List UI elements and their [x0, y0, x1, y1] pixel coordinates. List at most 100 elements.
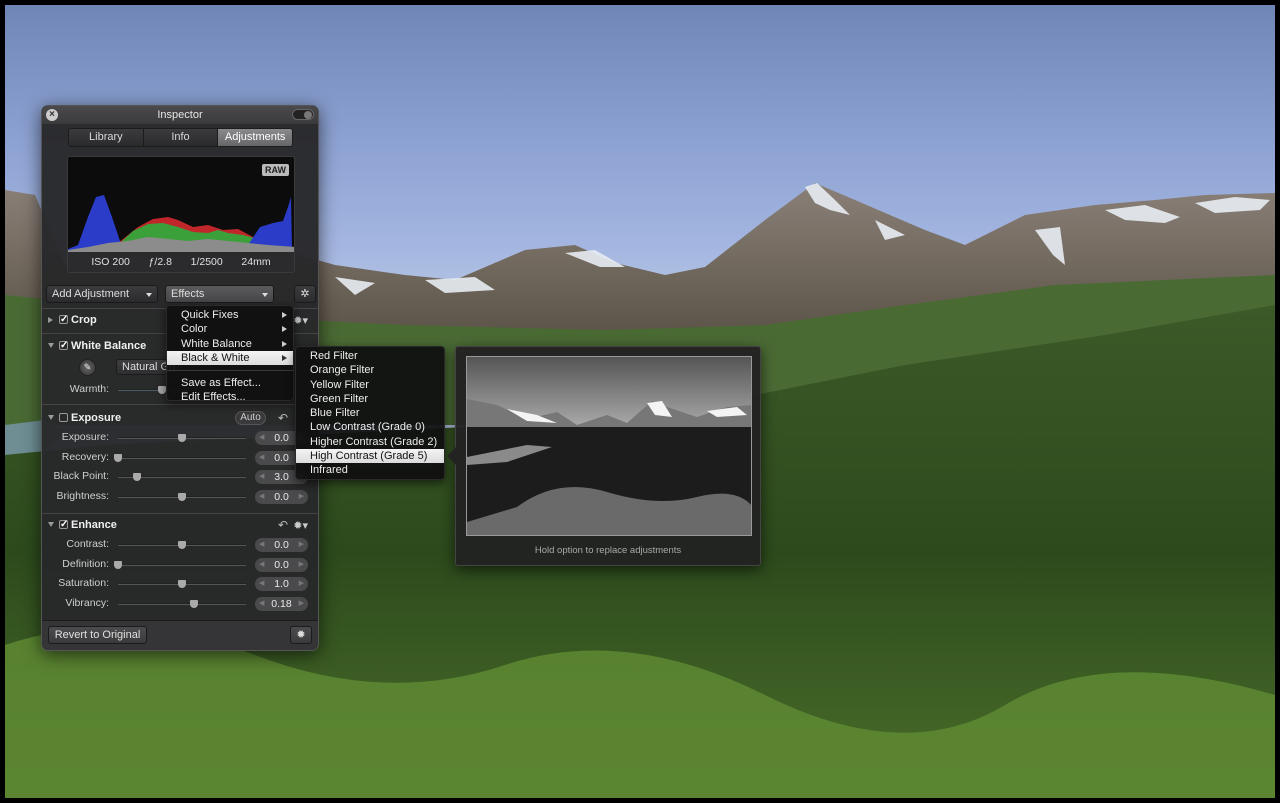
bw-menu-item[interactable]: Higher Contrast (Grade 2): [296, 435, 444, 449]
decrement-arrow-icon[interactable]: ◀: [259, 451, 264, 465]
disclosure-triangle-icon[interactable]: [48, 522, 54, 527]
enhance-row: Vibrancy: ◀ 0.18 ▶: [42, 594, 318, 614]
value-text: 0.0: [274, 490, 289, 503]
tab-adjustments[interactable]: Adjustments: [218, 129, 292, 146]
slider[interactable]: [118, 599, 246, 608]
increment-arrow-icon[interactable]: ▶: [299, 538, 304, 552]
value-stepper[interactable]: ◀ 0.18 ▶: [255, 596, 308, 611]
revert-to-original-button[interactable]: Revert to Original: [48, 626, 147, 644]
decrement-arrow-icon[interactable]: ◀: [259, 538, 264, 552]
slider[interactable]: [118, 580, 246, 589]
effects-popup[interactable]: Effects: [165, 285, 274, 303]
magic-wand-icon: ✲: [300, 288, 310, 300]
bw-menu-item[interactable]: Orange Filter: [296, 363, 444, 377]
decrement-arrow-icon[interactable]: ◀: [259, 470, 264, 484]
bw-menu-item[interactable]: Blue Filter: [296, 406, 444, 420]
reset-arrow-icon[interactable]: ↶: [278, 518, 288, 532]
eyedropper-icon[interactable]: ✎: [79, 359, 96, 376]
value-text: 0.0: [274, 558, 289, 571]
menu-item-quick-fixes[interactable]: Quick Fixes: [167, 308, 293, 322]
crop-checkbox[interactable]: ✓: [59, 315, 68, 325]
enhance-checkbox[interactable]: ✓: [59, 520, 68, 530]
bw-menu-item[interactable]: Infrared: [296, 463, 444, 477]
value-text: 0.0: [274, 539, 289, 551]
menu-item-color[interactable]: Color: [167, 322, 293, 336]
row-label: Contrast:: [66, 538, 109, 550]
chevron-down-icon: [146, 293, 152, 297]
slider-thumb[interactable]: [133, 473, 142, 482]
decrement-arrow-icon[interactable]: ◀: [259, 490, 264, 504]
value-stepper[interactable]: ◀ 0.0 ▶: [255, 557, 308, 572]
slider[interactable]: [118, 541, 246, 549]
gear-icon[interactable]: ✹: [290, 626, 312, 644]
value-text: 1.0: [274, 578, 289, 591]
reset-arrow-icon[interactable]: ↶: [278, 411, 288, 425]
enhance-row: Saturation: ◀ 1.0 ▶: [42, 574, 318, 594]
add-adjustment-label: Add Adjustment: [52, 288, 130, 300]
row-label: Vibrancy:: [65, 596, 109, 609]
slider-thumb[interactable]: [178, 492, 186, 501]
bw-menu-item[interactable]: Yellow Filter: [296, 378, 444, 392]
exposure-row: Exposure:◀0.0▶: [42, 428, 318, 448]
slider-thumb[interactable]: [178, 434, 186, 442]
gear-icon[interactable]: ✹▾: [293, 314, 308, 327]
slider[interactable]: [114, 560, 246, 569]
inspector-footer: Revert to Original ✹: [42, 620, 318, 650]
row-label: Brightness:: [56, 489, 109, 502]
exposure-title: Exposure: [71, 412, 122, 424]
effects-label: Effects: [171, 288, 205, 300]
decrement-arrow-icon[interactable]: ◀: [259, 597, 264, 611]
slider-thumb[interactable]: [114, 453, 122, 462]
slider-thumb[interactable]: [178, 541, 186, 549]
value-stepper[interactable]: ◀ 0.0 ▶: [255, 538, 308, 552]
exposure-auto-button[interactable]: Auto: [235, 411, 266, 425]
slider[interactable]: [118, 492, 246, 501]
close-icon[interactable]: ×: [46, 109, 58, 121]
decrement-arrow-icon[interactable]: ◀: [259, 558, 264, 572]
inspector-title: Inspector: [157, 109, 203, 121]
add-adjustment-popup[interactable]: Add Adjustment: [46, 285, 158, 303]
bw-menu-item[interactable]: Red Filter: [296, 349, 444, 363]
increment-arrow-icon[interactable]: ▶: [299, 577, 304, 591]
slider[interactable]: [118, 434, 246, 442]
increment-arrow-icon[interactable]: ▶: [299, 558, 304, 572]
slider-thumb[interactable]: [178, 580, 186, 589]
exposure-checkbox[interactable]: [59, 413, 68, 422]
submenu-arrow-icon: [282, 354, 287, 361]
decrement-arrow-icon[interactable]: ◀: [259, 577, 264, 591]
increment-arrow-icon[interactable]: ▶: [299, 597, 304, 611]
disclosure-triangle-icon[interactable]: [48, 317, 53, 323]
menu-item-white-balance[interactable]: White Balance: [167, 337, 293, 351]
raw-badge: RAW: [262, 164, 289, 176]
slider[interactable]: [114, 453, 246, 462]
disclosure-triangle-icon[interactable]: [48, 343, 54, 348]
slider-thumb[interactable]: [189, 599, 198, 608]
slider[interactable]: [118, 473, 246, 482]
divider: [42, 513, 318, 514]
gear-icon[interactable]: ✹▾: [293, 519, 308, 532]
menu-item-black-and-white[interactable]: Black & White: [167, 350, 293, 366]
tab-library[interactable]: Library: [69, 129, 144, 146]
disclosure-triangle-icon[interactable]: [48, 415, 54, 420]
submenu-arrow-icon: [282, 326, 287, 333]
slider-thumb[interactable]: [157, 386, 166, 394]
decrement-arrow-icon[interactable]: ◀: [259, 431, 264, 445]
exif-bar: ISO 200 ƒ/2.8 1/2500 24mm: [68, 252, 294, 272]
value-stepper[interactable]: ◀ 0.0 ▶: [255, 489, 308, 504]
slider-thumb[interactable]: [114, 560, 122, 569]
value-stepper[interactable]: ◀ 1.0 ▶: [255, 577, 308, 592]
bw-menu-item[interactable]: High Contrast (Grade 5): [296, 449, 444, 464]
menu-item-save-as-effect[interactable]: Save as Effect...: [167, 376, 293, 390]
bw-menu-item[interactable]: Green Filter: [296, 392, 444, 406]
auto-enhance-button[interactable]: ✲: [294, 285, 316, 303]
inspector-titlebar[interactable]: Inspector: [42, 106, 318, 124]
lock-toggle[interactable]: [292, 109, 314, 120]
white-balance-checkbox[interactable]: ✓: [59, 341, 68, 351]
submenu-arrow-icon: [282, 340, 287, 347]
tab-info[interactable]: Info: [143, 129, 219, 146]
bw-menu-item[interactable]: Low Contrast (Grade 0): [296, 420, 444, 434]
menu-item-edit-effects[interactable]: Edit Effects...: [167, 390, 293, 404]
increment-arrow-icon[interactable]: ▶: [299, 490, 304, 504]
exif-iso: ISO 200: [91, 256, 130, 268]
exif-aperture: ƒ/2.8: [148, 256, 172, 268]
